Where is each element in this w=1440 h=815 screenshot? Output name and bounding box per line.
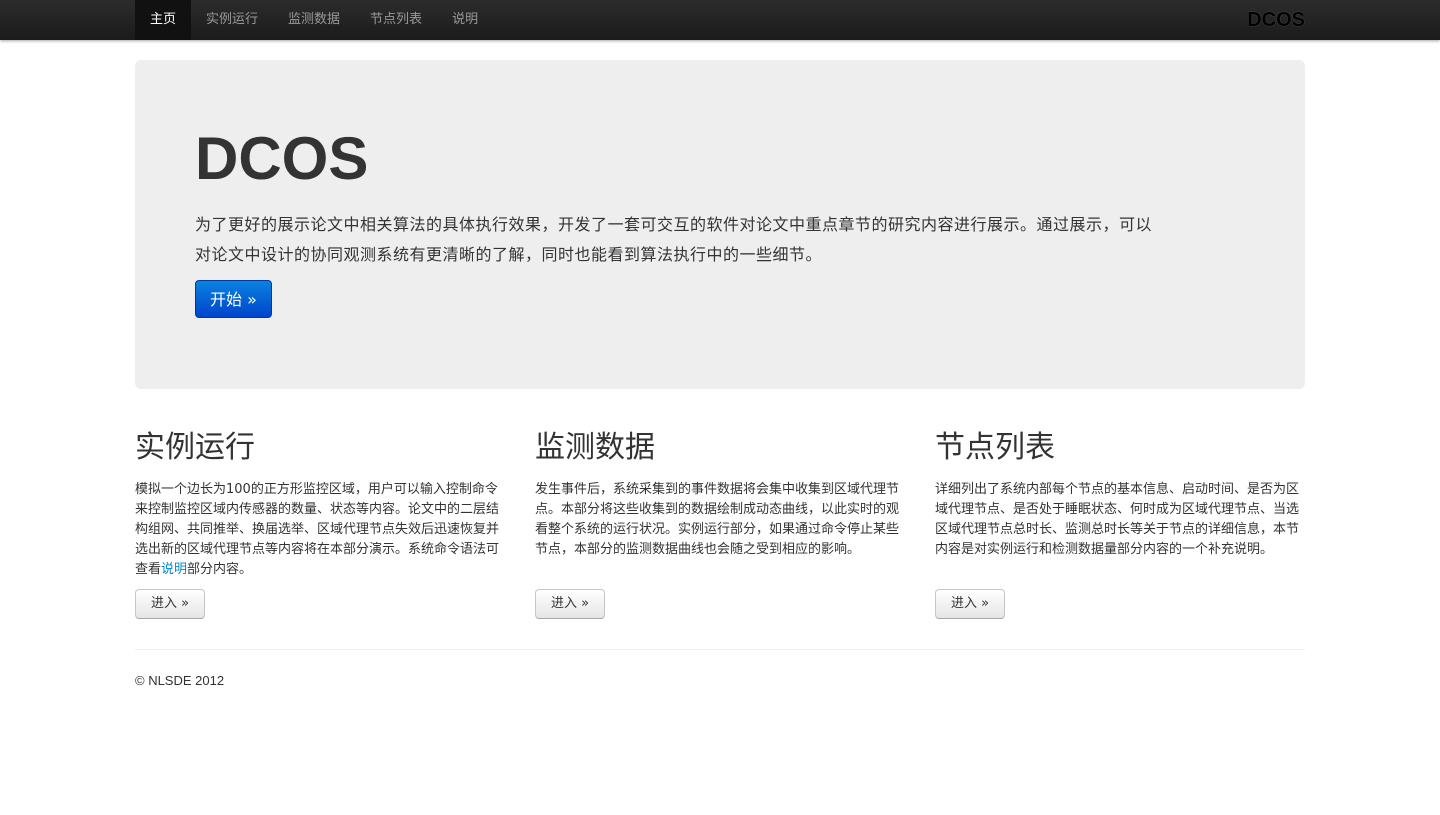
section-instance-run: 实例运行 模拟一个边长为100的正方形监控区域，用户可以输入控制命令来控制监控区…: [135, 426, 505, 619]
section-monitor-data: 监测数据 发生事件后，系统采集到的事件数据将会集中收集到区域代理节点。本部分将这…: [535, 426, 905, 619]
start-button[interactable]: 开始 »: [195, 280, 272, 318]
section-text-end: 部分内容。: [187, 562, 253, 577]
top-navbar: 主页 实例运行 监测数据 节点列表 说明 DCOS: [0, 0, 1440, 40]
section-title: 节点列表: [935, 430, 1055, 465]
enter-instance-run-button[interactable]: 进入 »: [135, 589, 205, 619]
section-description: 模拟一个边长为100的正方形监控区域，用户可以输入控制命令来控制监控区域内传感器…: [135, 480, 505, 580]
hero-unit: DCOS 为了更好的展示论文中相关算法的具体执行效果，开发了一套可交互的软件对论…: [135, 60, 1305, 389]
section-title: 实例运行: [135, 430, 255, 465]
footer-copyright: © NLSDE 2012: [135, 673, 225, 688]
section-node-list: 节点列表 详细列出了系统内部每个节点的基本信息、启动时间、是否为区域代理节点、是…: [935, 426, 1305, 619]
nav-item-instance-run[interactable]: 实例运行: [191, 0, 273, 40]
footer-divider: [135, 649, 1305, 650]
nav-list: 主页 实例运行 监测数据 节点列表 说明: [135, 0, 493, 40]
hero-description-line1: 为了更好的展示论文中相关算法的具体执行效果，开发了一套可交互的软件对论文中重点章…: [195, 215, 1153, 234]
brand-logo[interactable]: DCOS: [1247, 0, 1305, 40]
section-description: 发生事件后，系统采集到的事件数据将会集中收集到区域代理节点。本部分将这些收集到的…: [535, 482, 900, 557]
enter-node-list-button[interactable]: 进入 »: [935, 589, 1005, 619]
section-title: 监测数据: [535, 430, 655, 465]
nav-item-home[interactable]: 主页: [135, 0, 192, 40]
section-description: 详细列出了系统内部每个节点的基本信息、启动时间、是否为区域代理节点、是否处于睡眠…: [935, 482, 1300, 557]
hero-description-line2: 对论文中设计的协同观测系统有更清晰的了解，同时也能看到算法执行中的一些细节。: [195, 245, 823, 264]
hero-description: 为了更好的展示论文中相关算法的具体执行效果，开发了一套可交互的软件对论文中重点章…: [195, 210, 1255, 270]
enter-monitor-data-button[interactable]: 进入 »: [535, 589, 605, 619]
main-container: DCOS 为了更好的展示论文中相关算法的具体执行效果，开发了一套可交互的软件对论…: [135, 60, 1305, 688]
nav-item-monitor-data[interactable]: 监测数据: [273, 0, 355, 40]
nav-item-node-list[interactable]: 节点列表: [355, 0, 437, 40]
navbar-inner: 主页 实例运行 监测数据 节点列表 说明 DCOS: [135, 0, 1305, 40]
help-link[interactable]: 说明: [161, 562, 187, 577]
hero-title: DCOS: [195, 125, 369, 192]
nav-item-help[interactable]: 说明: [437, 0, 493, 40]
